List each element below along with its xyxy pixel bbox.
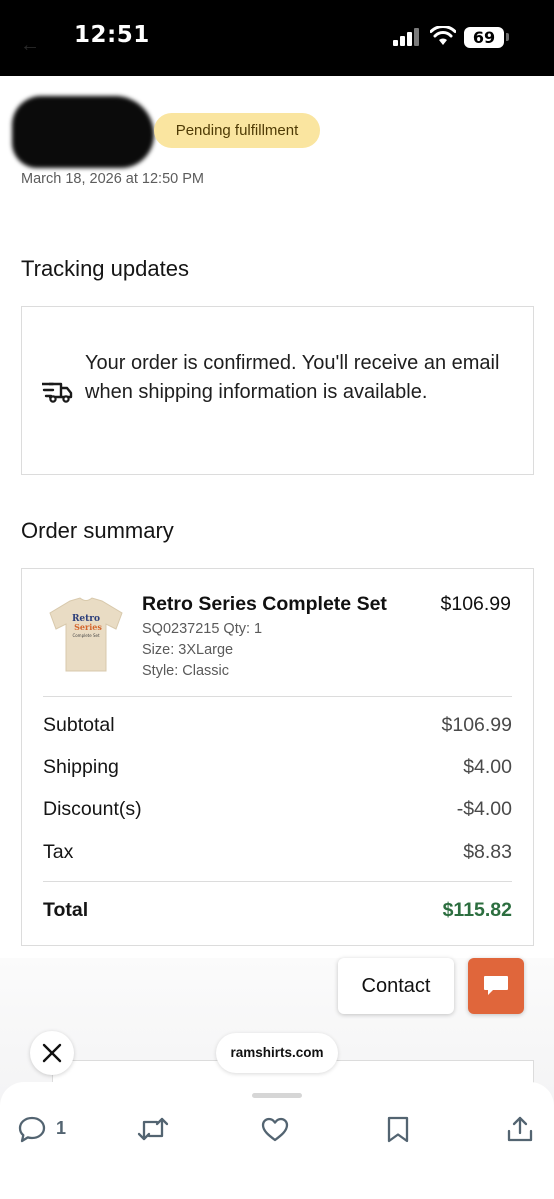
shipping-row: Shipping $4.00 bbox=[43, 756, 512, 782]
cellular-signal-icon bbox=[393, 28, 421, 46]
close-button[interactable] bbox=[30, 1031, 74, 1075]
product-image-text-3: Complete Set bbox=[72, 633, 100, 638]
subtotal-value: $106.99 bbox=[441, 714, 513, 736]
product-image-text-2: Series bbox=[74, 622, 102, 632]
summary-title: Order summary bbox=[21, 518, 174, 543]
shipping-value: $4.00 bbox=[463, 756, 512, 778]
tracking-message: Your order is confirmed. You'll receive … bbox=[85, 352, 500, 403]
subtotal-label: Subtotal bbox=[43, 714, 115, 736]
tracking-title: Tracking updates bbox=[21, 256, 189, 281]
product-size: Size: 3XLarge bbox=[142, 642, 234, 658]
close-icon bbox=[42, 1043, 62, 1063]
share-button[interactable] bbox=[506, 1114, 534, 1144]
back-arrow-ghost: ← bbox=[20, 34, 40, 56]
reply-count: 1 bbox=[56, 1118, 67, 1138]
share-icon bbox=[507, 1116, 533, 1142]
action-bar bbox=[0, 1082, 554, 1199]
battery-tip bbox=[506, 33, 509, 41]
product-image[interactable]: Retro Series Complete Set bbox=[44, 591, 128, 675]
like-icon bbox=[261, 1117, 289, 1142]
total-value: $115.82 bbox=[442, 899, 512, 921]
product-style: Style: Classic bbox=[142, 663, 230, 679]
wifi-icon bbox=[430, 26, 456, 45]
bookmark-button[interactable] bbox=[385, 1114, 411, 1144]
tax-row: Tax $8.83 bbox=[43, 841, 512, 867]
discount-value: -$4.00 bbox=[456, 798, 512, 820]
shipping-label: Shipping bbox=[43, 756, 119, 778]
status-bar: ← 12:51 69 bbox=[0, 0, 554, 76]
like-button[interactable] bbox=[260, 1114, 290, 1144]
tax-value: $8.83 bbox=[463, 841, 512, 863]
reply-button[interactable] bbox=[17, 1114, 47, 1144]
total-divider bbox=[43, 881, 512, 882]
battery-icon: 69 bbox=[464, 27, 504, 48]
order-summary-card: Retro Series Complete Set Retro Series C… bbox=[21, 568, 534, 946]
domain-pill[interactable]: ramshirts.com bbox=[216, 1033, 338, 1073]
chat-bubble-icon bbox=[484, 976, 508, 995]
delivery-truck-icon bbox=[42, 382, 73, 403]
order-date: March 18, 2026 at 12:50 PM bbox=[21, 171, 204, 187]
tracking-card: Your order is confirmed. You'll receive … bbox=[21, 306, 534, 475]
status-time: 12:51 bbox=[74, 22, 150, 48]
product-sku-qty: SQ0237215 Qty: 1 bbox=[142, 621, 263, 637]
total-row: Total $115.82 bbox=[43, 899, 512, 925]
repost-button[interactable] bbox=[137, 1114, 169, 1144]
drag-handle[interactable] bbox=[252, 1093, 302, 1098]
tax-label: Tax bbox=[43, 841, 74, 863]
chat-button[interactable] bbox=[468, 958, 524, 1014]
summary-divider bbox=[43, 696, 512, 697]
status-badge: Pending fulfillment bbox=[154, 113, 320, 148]
product-name[interactable]: Retro Series Complete Set bbox=[142, 593, 387, 616]
redacted-order-number bbox=[12, 96, 154, 168]
discount-label: Discount(s) bbox=[43, 798, 142, 820]
discount-row: Discount(s) -$4.00 bbox=[43, 798, 512, 824]
subtotal-row: Subtotal $106.99 bbox=[43, 714, 512, 740]
repost-icon bbox=[137, 1117, 169, 1141]
total-label: Total bbox=[43, 899, 89, 921]
contact-button[interactable]: Contact bbox=[338, 958, 454, 1014]
bookmark-icon bbox=[387, 1116, 409, 1143]
product-price: $106.99 bbox=[440, 593, 512, 615]
reply-icon bbox=[18, 1116, 46, 1143]
